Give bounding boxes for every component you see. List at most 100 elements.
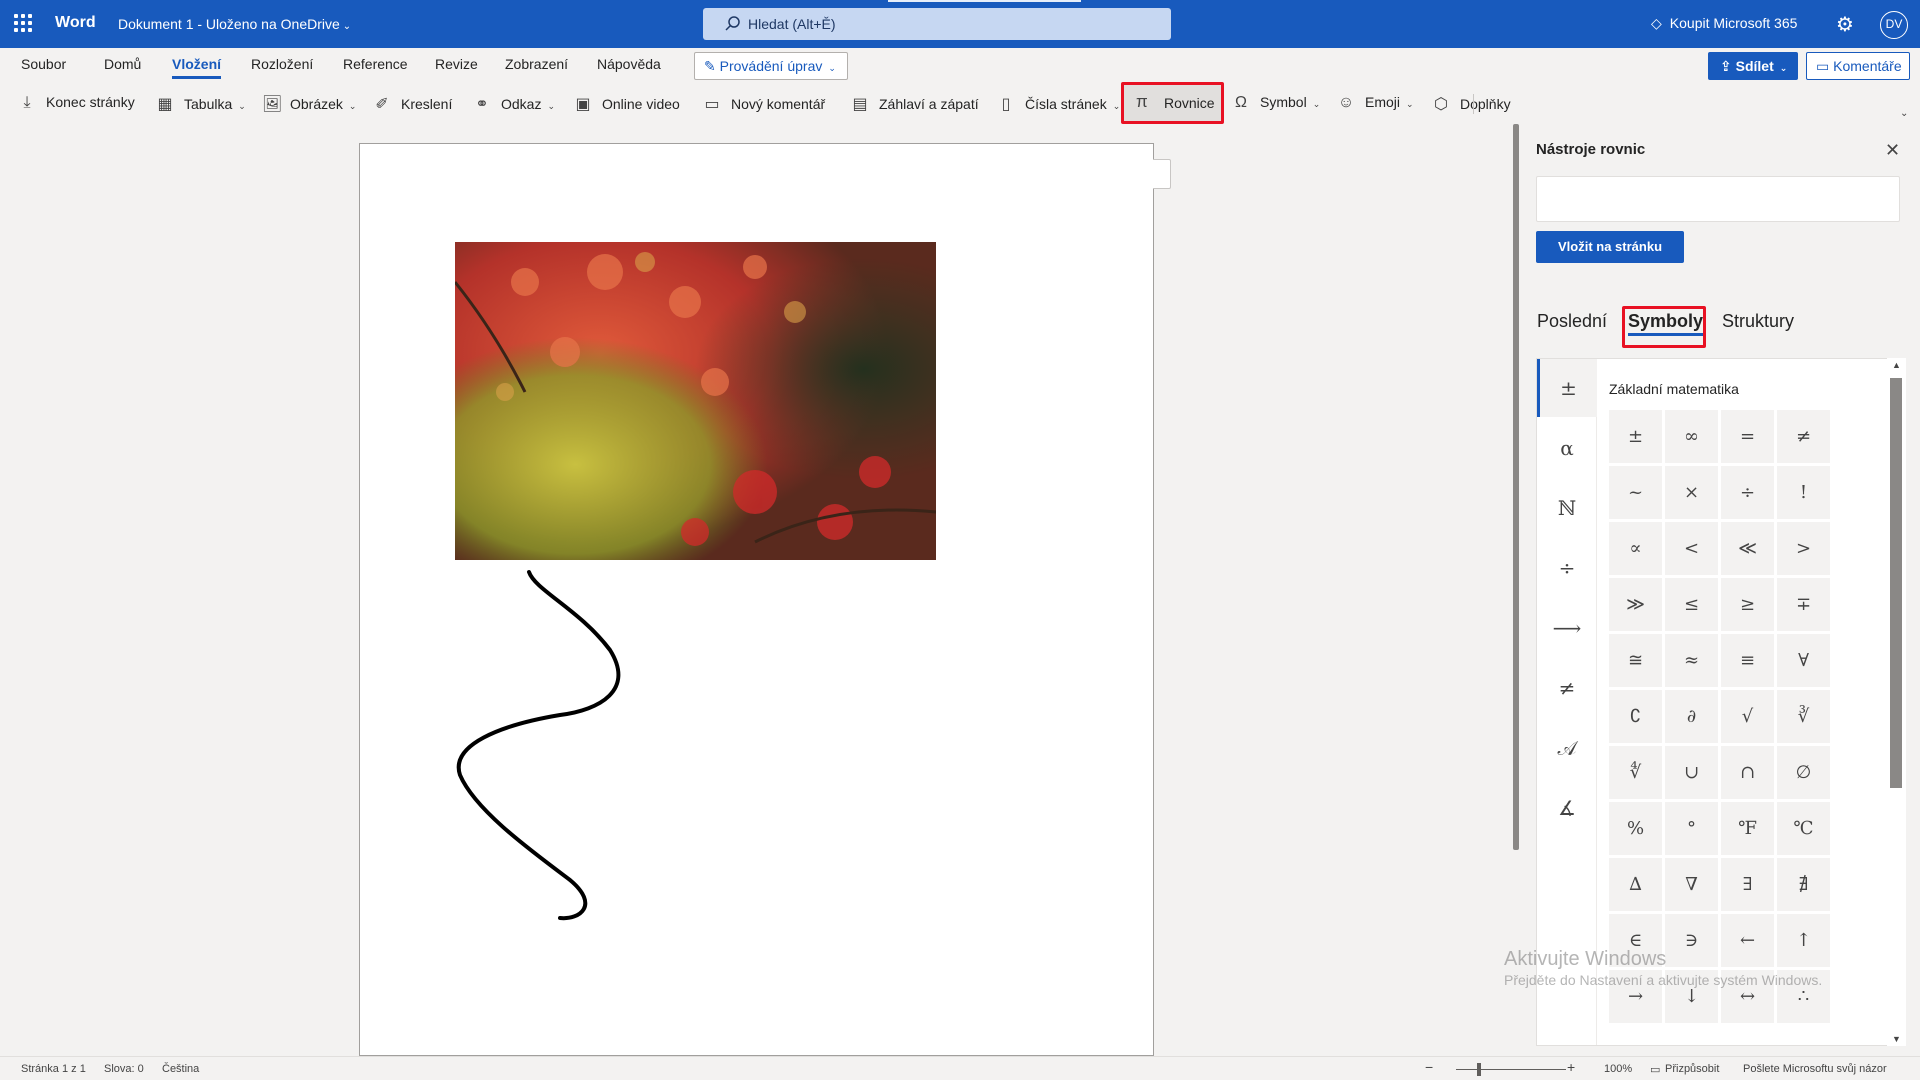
symbol-button[interactable]: > [1777,522,1830,575]
tab-structures[interactable]: Struktury [1722,311,1794,332]
symbol-button[interactable]: ℃ [1777,802,1830,855]
symbol-button[interactable]: ∓ [1777,578,1830,631]
symbol-button[interactable]: ∁ [1609,690,1662,743]
addins-button[interactable]: ⬡ Doplňky [1432,94,1511,114]
symbol-button[interactable]: ± [1609,410,1662,463]
insert-on-page-button[interactable]: Vložit na stránku [1536,231,1684,263]
tab-home[interactable]: Domů [104,56,141,72]
page-side-handle[interactable] [1153,159,1171,189]
symbol-button[interactable]: ∃ [1721,858,1774,911]
ribbon-expand-chevron-icon[interactable]: ⌄ [1900,108,1908,119]
ink-drawing-stroke[interactable] [440,560,660,930]
document-name[interactable]: Dokument 1 - Uloženo na OneDrive ⌄ [118,16,351,32]
symbol-button[interactable]: ÷ [1721,466,1774,519]
symbol-button[interactable]: ∋ [1665,914,1718,967]
symbol-button[interactable]: ∄ [1777,858,1830,911]
zoom-level[interactable]: 100% [1604,1063,1632,1075]
tab-references[interactable]: Reference [343,56,408,72]
buy-microsoft-365-link[interactable]: ◇ Koupit Microsoft 365 [1651,15,1797,32]
page-break-button[interactable]: ⤓ Konec stránky [18,94,134,114]
symbol-button[interactable]: ≪ [1721,522,1774,575]
search-box[interactable]: Hledat (Alt+Ě) [703,8,1171,40]
symbol-button[interactable]: ∂ [1665,690,1718,743]
symbol-button[interactable]: Ω Symbol ⌄ [1232,94,1320,114]
symbol-button[interactable]: ∞ [1665,410,1718,463]
symbol-button[interactable]: % [1609,802,1662,855]
symbol-button[interactable]: ∅ [1777,746,1830,799]
language[interactable]: Čeština [162,1063,199,1075]
app-launcher-icon[interactable] [14,14,32,32]
symbol-button[interactable]: ∀ [1777,634,1830,687]
symbol-button[interactable]: ℉ [1721,802,1774,855]
equation-button[interactable]: π Rovnice [1121,82,1224,124]
scroll-down-icon[interactable]: ▼ [1892,1034,1901,1044]
symbol-button[interactable]: ° [1665,802,1718,855]
autumn-maple-photo[interactable] [455,242,936,560]
emoji-button[interactable]: ☺ Emoji ⌄ [1337,94,1414,114]
zoom-in-icon[interactable]: + [1567,1059,1575,1075]
category-arrows[interactable]: ⟶ [1537,599,1597,657]
share-button[interactable]: ⇪ Sdílet ⌄ [1708,52,1798,80]
drawing-button[interactable]: ✐ Kreslení [373,94,452,114]
document-scrollbar[interactable] [1512,124,1520,1056]
close-icon[interactable]: ✕ [1885,140,1900,161]
scrollbar-thumb[interactable] [1513,124,1519,850]
app-name[interactable]: Word [55,14,96,32]
category-basic-math[interactable]: ± [1537,359,1597,417]
picture-button[interactable]: 🖼 Obrázek ⌄ [262,94,356,114]
symbol-button[interactable]: ↑ [1777,914,1830,967]
symbol-button[interactable]: ≈ [1665,634,1718,687]
category-geometry[interactable]: ∡ [1537,779,1597,837]
feedback-link[interactable]: Pošlete Microsoftu svůj názor [1743,1063,1887,1075]
symbol-button[interactable]: ∪ [1665,746,1718,799]
symbol-button[interactable]: ∛ [1777,690,1830,743]
symbol-button[interactable]: ← [1721,914,1774,967]
tab-insert[interactable]: Vložení [172,56,222,79]
zoom-out-icon[interactable]: − [1425,1059,1433,1075]
symbol-button[interactable]: < [1665,522,1718,575]
link-button[interactable]: ⚭ Odkaz ⌄ [473,94,555,114]
symbol-button[interactable]: ∆ [1609,858,1662,911]
symbol-button[interactable]: ≠ [1777,410,1830,463]
tab-file[interactable]: Soubor [21,56,66,72]
new-comment-button[interactable]: ▭ Nový komentář [703,94,825,114]
symbol-button[interactable]: ≥ [1721,578,1774,631]
tab-review[interactable]: Revize [435,56,478,72]
category-negated-relations[interactable]: ≠ [1537,659,1597,717]
symbol-button[interactable]: ∜ [1609,746,1662,799]
symbol-button[interactable]: ! [1777,466,1830,519]
symbol-button[interactable]: ≫ [1609,578,1662,631]
symbol-button[interactable]: ≅ [1609,634,1662,687]
header-footer-button[interactable]: ▤ Záhlaví a zápatí [851,94,978,114]
panel-scrollbar[interactable]: ▲ ▼ [1887,358,1906,1046]
zoom-slider[interactable] [1456,1069,1566,1070]
category-operators[interactable]: ÷ [1537,539,1597,597]
category-scripts[interactable]: 𝒜 [1537,719,1597,777]
tab-recent[interactable]: Poslední [1537,311,1607,332]
symbol-button[interactable]: √ [1721,690,1774,743]
scroll-up-icon[interactable]: ▲ [1892,360,1901,370]
panel-scrollbar-thumb[interactable] [1890,378,1902,788]
comments-button[interactable]: ▭ Komentáře [1806,52,1910,80]
settings-gear-icon[interactable]: ⚙ [1836,12,1854,37]
fit-button[interactable]: Přizpůsobit [1665,1063,1719,1075]
online-video-button[interactable]: ▣ Online video [574,94,679,114]
equation-input[interactable] [1536,176,1900,222]
symbol-button[interactable]: ∇ [1665,858,1718,911]
symbol-button[interactable]: ≡ [1721,634,1774,687]
symbol-button[interactable]: ~ [1609,466,1662,519]
symbol-button[interactable]: ≤ [1665,578,1718,631]
category-letterlike[interactable]: ℕ [1537,479,1597,537]
zoom-slider-thumb[interactable] [1477,1063,1481,1076]
tab-help[interactable]: Nápověda [597,56,661,72]
tab-view[interactable]: Zobrazení [505,56,568,72]
symbol-button[interactable]: × [1665,466,1718,519]
table-button[interactable]: ▦ Tabulka ⌄ [156,94,245,114]
symbol-button[interactable]: ∩ [1721,746,1774,799]
category-greek[interactable]: α [1537,419,1597,477]
editing-mode-dropdown[interactable]: ✎ Provádění úprav ⌄ [694,52,848,80]
page-numbers-button[interactable]: ▯ Čísla stránek ⌄ [997,94,1121,114]
tab-layout[interactable]: Rozložení [251,56,313,72]
symbol-button[interactable]: = [1721,410,1774,463]
symbol-button[interactable]: ∝ [1609,522,1662,575]
